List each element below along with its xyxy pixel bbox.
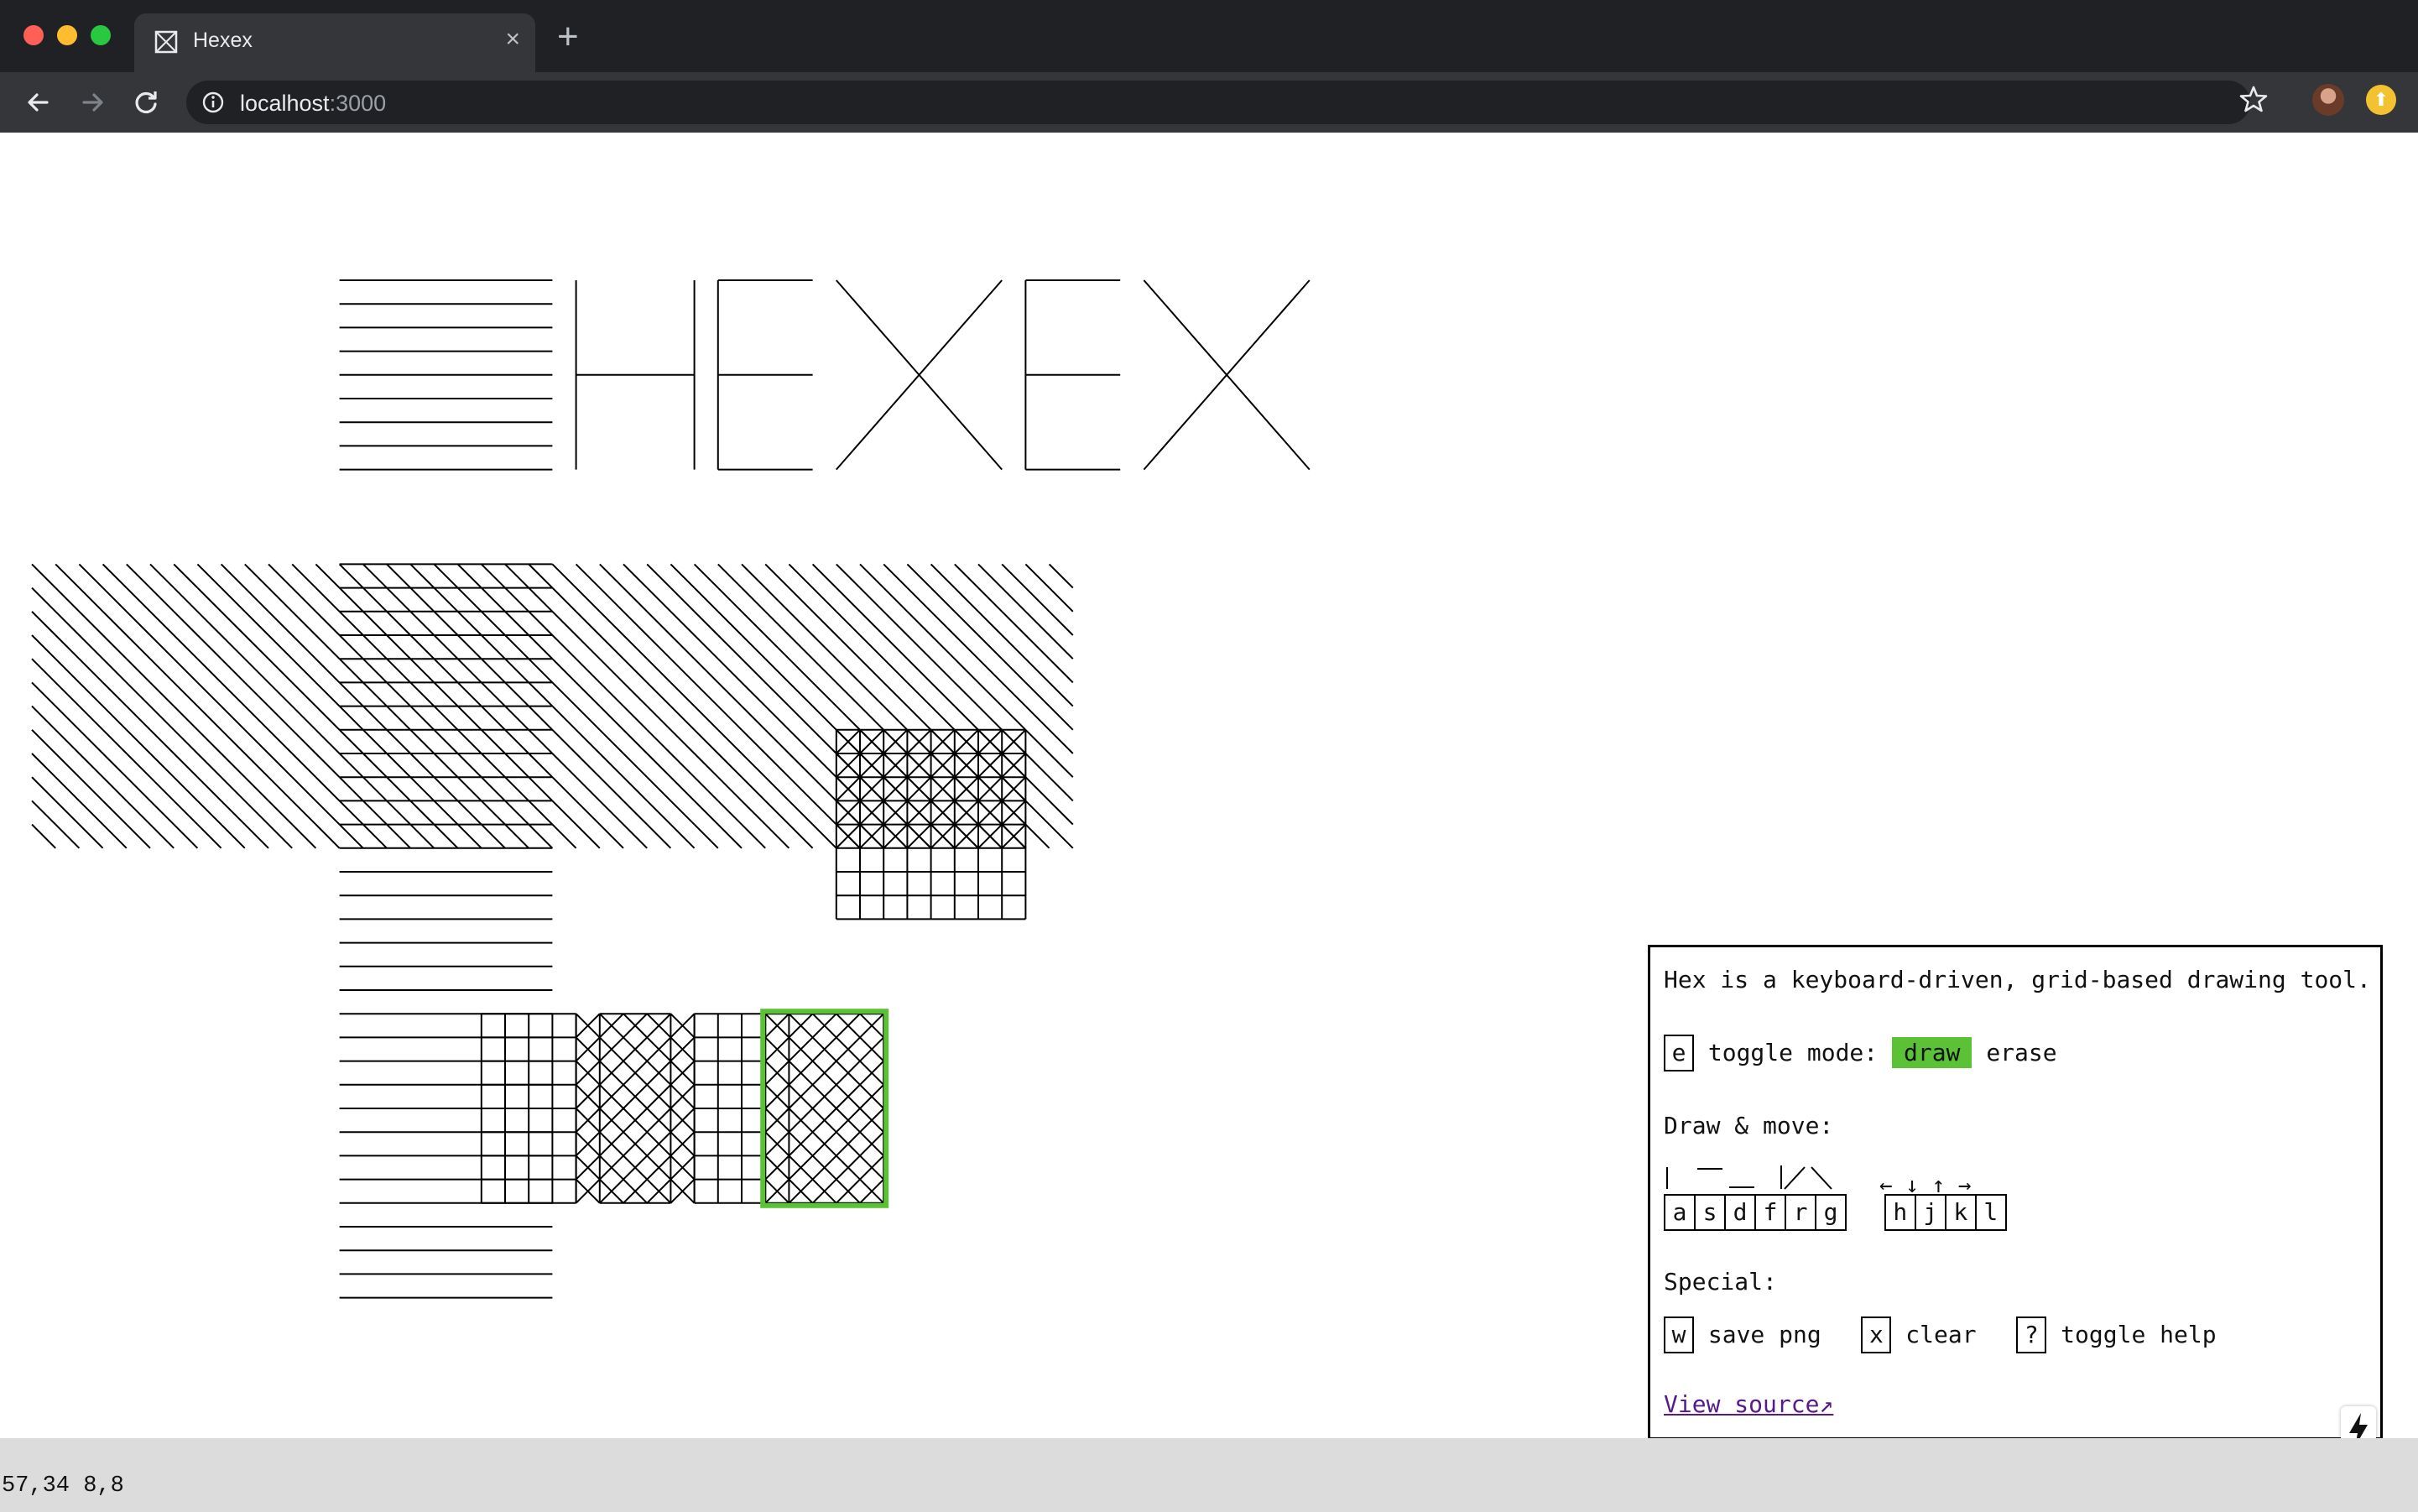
tab-close-icon[interactable]: × [505,27,520,52]
status-bar: 57,34 8,8 [0,1438,2418,1512]
key-k: k [1946,1194,1977,1231]
key-w: w [1664,1316,1694,1353]
window-maximize-button[interactable] [91,25,111,45]
back-arrow-icon[interactable] [20,84,57,121]
profile-avatar[interactable] [2312,84,2344,116]
address-bar[interactable]: localhost:3000 [186,81,2250,124]
toggle-help-label: toggle help [2061,1321,2217,1348]
hexex-favicon-icon [154,30,178,54]
key-question: ? [2016,1316,2047,1353]
key-d: d [1726,1194,1756,1231]
key-a: a [1665,1194,1696,1231]
stroke-glyphs-icon [1666,1165,1832,1190]
tab-title: Hexex [193,29,253,52]
key-g: g [1816,1194,1847,1231]
key-j: j [1915,1194,1946,1231]
key-f: f [1756,1194,1786,1231]
browser-titlebar: Hexex × + [0,0,2418,72]
url-text: localhost:3000 [240,91,386,117]
reload-icon[interactable] [128,84,164,121]
forward-arrow-icon[interactable] [74,84,111,121]
view-source-row: View source↗ [1664,1390,1833,1418]
mode-row: e toggle mode: draw erase [1664,1035,2057,1071]
artwork-strokes [31,279,1311,1299]
key-groups-row: a s d f r g h j k l [1664,1194,2007,1231]
key-x: x [1861,1316,1892,1353]
draw-keys: a s d f r g [1664,1194,1847,1231]
url-port: :3000 [329,91,387,116]
drawing-cursor [760,1009,889,1208]
mode-key: e [1664,1035,1694,1071]
key-r: r [1786,1194,1816,1231]
window-minimize-button[interactable] [57,25,77,45]
url-host: localhost [240,91,330,116]
mode-draw-option[interactable]: draw [1892,1037,1972,1068]
key-s: s [1696,1194,1726,1231]
special-heading: Special: [1664,1268,1777,1296]
draw-move-heading: Draw & move: [1664,1112,1834,1139]
key-l: l [1976,1194,2007,1231]
save-png-label: save png [1707,1321,1821,1348]
new-tab-button[interactable]: + [557,18,579,55]
cursor-coordinates: 57,34 8,8 [2,1473,124,1499]
browser-tab-hexex[interactable]: Hexex × [134,13,535,72]
bookmark-star-icon[interactable] [2238,84,2269,114]
site-info-icon[interactable] [201,91,225,114]
extension-icon[interactable]: ⬆ [2366,85,2396,115]
mode-label: toggle mode: [1707,1039,1879,1066]
draw-symbols-row: ← ↓ ↑ → [1664,1159,1971,1198]
clear-label: clear [1905,1321,1977,1348]
window-close-button[interactable] [23,25,44,45]
key-h: h [1885,1194,1916,1231]
move-keys: h j k l [1884,1194,2007,1231]
view-source-link[interactable]: View source↗ [1664,1390,1833,1418]
mode-erase-option[interactable]: erase [1986,1039,2056,1066]
help-intro: Hex is a keyboard-driven, grid-based dra… [1664,966,2371,993]
browser-toolbar: localhost:3000 [0,72,2418,133]
special-row: w save png x clear ? toggle help [1664,1316,2217,1353]
help-panel: Hex is a keyboard-driven, grid-based dra… [1648,945,2383,1440]
